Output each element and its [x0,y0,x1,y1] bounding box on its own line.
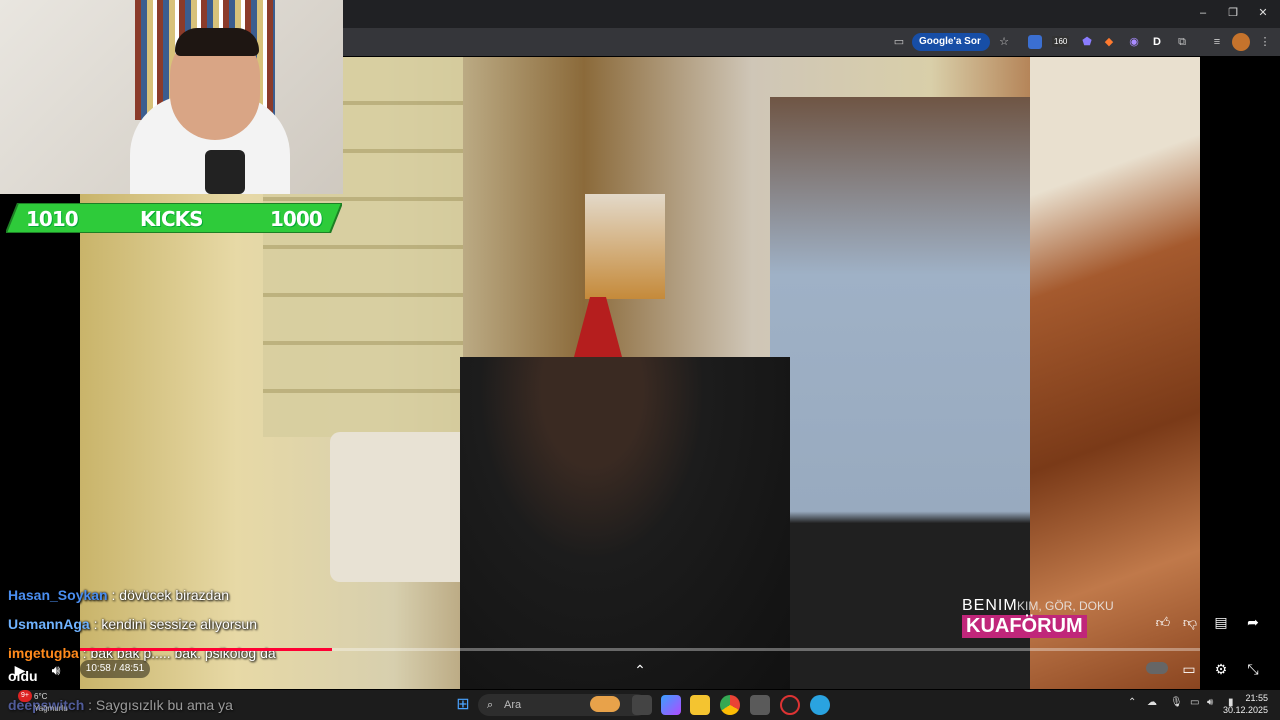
file-explorer-icon[interactable] [690,695,710,715]
chat-user: Hasan_Soykan [8,587,108,603]
poster-image [585,194,665,299]
weather-desc[interactable]: Yağmurlu [34,704,68,713]
news-widget-icon[interactable] [590,696,620,712]
play-icon[interactable]: ▶ [10,660,30,680]
like-icon[interactable]: 👍︎ [1153,612,1173,632]
search-box[interactable]: ⌕ Ara [478,694,648,716]
extension-icon[interactable]: ◉ [1125,33,1143,51]
clock-date[interactable]: 30.12.2025 [1222,705,1268,715]
streamer-hair [175,28,259,56]
puzzle-extension-icon[interactable]: ⧉ [1173,33,1191,51]
star-icon[interactable]: ☆ [995,33,1013,51]
streamer-webcam [0,0,343,194]
counter-right: 1000 [270,207,323,231]
chat-text: Saygısızlık bu ama ya [95,697,233,713]
cloud-icon[interactable]: ☁ [1147,697,1157,708]
app-icon[interactable] [780,695,800,715]
counter-label: KICKS [140,207,204,231]
share-icon[interactable]: ➦ [1243,612,1263,632]
chat-user: imgetugba [8,645,79,661]
mic-icon[interactable]: 🎙︎ [1170,697,1183,708]
chat-text: kendini sessize alıyorsun [101,616,257,632]
cast-icon[interactable]: ▭ [890,33,908,51]
wifi-icon[interactable]: ▭ [1190,697,1199,708]
exit-fullscreen-icon[interactable]: ⤡ [1243,659,1263,679]
profile-icon[interactable] [1232,33,1250,51]
snipping-tool-icon[interactable] [750,695,770,715]
chrome-icon[interactable] [720,695,740,715]
progress-fill [80,648,332,651]
hair-banner [1030,57,1200,689]
search-placeholder: Ara [504,699,522,711]
translate-extension-icon[interactable] [1028,35,1042,49]
restore-button[interactable]: ❐ [1222,4,1244,22]
counter-left: 1010 [26,207,79,231]
clock-time[interactable]: 21:55 [1232,693,1268,703]
tray-chevron-icon[interactable]: ⌃ [1128,697,1136,708]
speaker-icon[interactable]: 🔊︎ [1207,697,1213,708]
search-icon: ⌕ [487,699,494,711]
copilot-icon[interactable] [661,695,681,715]
reading-list-icon[interactable]: ≡ [1208,33,1226,51]
telegram-icon[interactable] [810,695,830,715]
settings-icon[interactable]: ⚙ [1211,659,1231,679]
extension-badge[interactable]: 160 [1052,36,1070,47]
logo-caption: KIM, GÖR, DOKU [1017,599,1114,613]
weather-temp[interactable]: 6°C [34,692,47,701]
microphone [205,150,245,194]
kicks-counter: 1010 KICKS 1000 [6,203,342,233]
chat-user: UsmannAga [8,616,90,632]
progress-bar[interactable] [80,648,1200,651]
dislike-icon[interactable]: 👎︎ [1180,612,1200,632]
logo-line1: BENIM [962,597,1018,614]
close-window-button[interactable]: ✕ [1252,4,1274,22]
fox-extension-icon[interactable]: ◆ [1100,33,1118,51]
notification-badge: 9+ [18,690,32,702]
windows-start-icon[interactable]: ⊞ [453,695,473,715]
comment-icon[interactable]: ▤ [1211,612,1231,632]
volume-icon[interactable]: 🔊︎ [46,660,66,680]
minimize-button[interactable]: – [1192,4,1214,22]
autoplay-toggle[interactable] [1146,662,1168,674]
menu-icon[interactable]: ⋮ [1256,33,1274,51]
chat-text: dövücek birazdan [119,587,230,603]
shield-extension-icon[interactable]: ⬟ [1078,33,1096,51]
time-display: 10:58 / 48:51 [80,660,150,678]
show-logo: BENIM KUAFÖRUM KIM, GÖR, DOKU [962,597,1114,643]
d-extension-icon[interactable]: D [1148,33,1166,51]
subtitles-icon[interactable]: ▭ [1179,659,1199,679]
client-figure [460,357,790,689]
task-view-icon[interactable] [632,695,652,715]
chevron-up-icon[interactable]: ⌃ [630,660,650,680]
ask-google-button[interactable]: Google'a Sor [912,33,990,51]
chat-message: Hasan_Soykan : dövücek birazdan [8,587,230,603]
chat-message: UsmannAga : kendini sessize alıyorsun [8,616,257,632]
logo-line2: KUAFÖRUM [962,615,1087,638]
